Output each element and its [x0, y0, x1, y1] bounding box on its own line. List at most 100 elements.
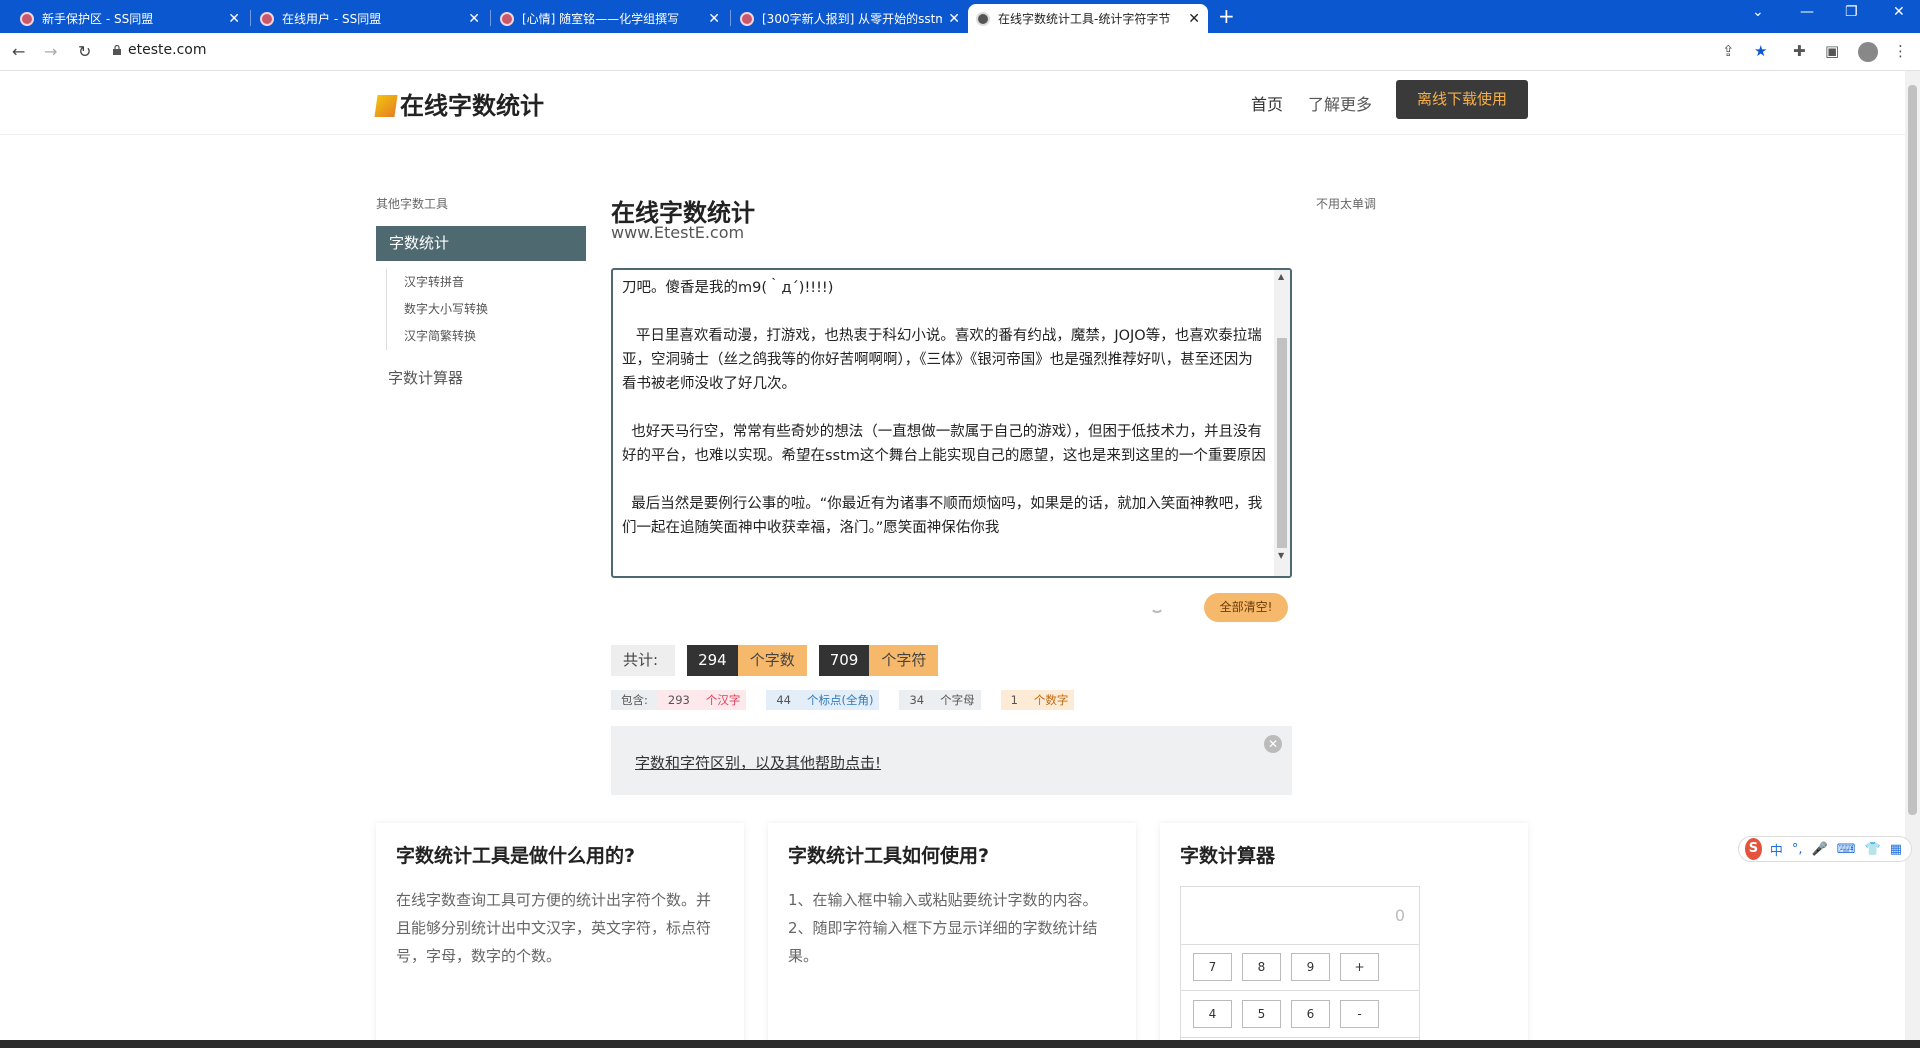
site-favicon-icon — [500, 11, 514, 26]
editor-text[interactable]: 从名字也可以看出来，杀也是一名个音究，岁想是吊看个音动遍世界美食（所以，各位情敌… — [622, 270, 1267, 540]
site-favicon-icon — [260, 11, 274, 26]
new-tab-icon[interactable]: + — [1218, 4, 1235, 28]
reload-icon[interactable]: ↻ — [78, 42, 91, 61]
text-input-area[interactable]: 从名字也可以看出来，杀也是一名个音究，岁想是吊看个音动遍世界美食（所以，各位情敌… — [611, 268, 1292, 578]
calc-key-plus[interactable]: + — [1340, 953, 1379, 981]
scroll-up-icon[interactable]: ▲ — [1278, 272, 1284, 281]
tab-search-icon[interactable]: ⌄ — [1752, 4, 1764, 20]
card-body: 在线字数查询工具可方便的统计出字符个数。并且能够分别统计出中文汉字，英文字符，标… — [396, 891, 712, 965]
sidebar-item-number-case[interactable]: 数字大小写转换 — [404, 296, 488, 323]
forward-icon[interactable]: → — [44, 42, 57, 61]
word-count-value: 294 — [687, 645, 738, 676]
ime-skin-icon[interactable]: 👕 — [1865, 842, 1881, 857]
restore-icon[interactable]: ❐ — [1845, 4, 1858, 20]
browser-tab[interactable]: 在线用户 - SS同盟 ✕ — [252, 4, 488, 33]
browser-tab-bar: 新手保护区 - SS同盟 ✕ 在线用户 - SS同盟 ✕ [心情] 随室铭——化… — [0, 0, 1920, 33]
site-favicon-icon — [20, 11, 34, 26]
web-page: 在线字数统计 首页 了解更多 离线下载使用 其他字数工具 字数统计 汉字转拼音 … — [0, 71, 1905, 1048]
calc-key-9[interactable]: 9 — [1291, 953, 1330, 981]
address-bar: ← → ↻ eteste.com ⇪ ★ ✚ ▣ ⋮ — [0, 33, 1920, 71]
char-count-unit: 个字符 — [869, 645, 939, 676]
close-info-icon[interactable]: ✕ — [1264, 735, 1282, 753]
lock-icon[interactable] — [112, 45, 122, 55]
browser-tab[interactable]: 新手保护区 - SS同盟 ✕ — [12, 4, 248, 33]
word-count-unit: 个字数 — [737, 645, 807, 676]
calculator-display: 0 — [1181, 887, 1419, 945]
sidebar-item-calculator[interactable]: 字数计算器 — [388, 367, 463, 388]
card-title: 字数统计工具如何使用? — [788, 845, 990, 867]
side-panel-icon[interactable]: ▣ — [1825, 42, 1839, 60]
os-taskbar — [0, 1040, 1920, 1048]
page-scroll-thumb[interactable] — [1908, 85, 1917, 815]
close-tab-icon[interactable]: ✕ — [228, 11, 240, 27]
calc-key-6[interactable]: 6 — [1291, 1000, 1330, 1028]
profile-avatar-icon[interactable] — [1858, 42, 1878, 62]
calc-key-8[interactable]: 8 — [1242, 953, 1281, 981]
close-tab-icon[interactable]: ✕ — [1188, 11, 1200, 27]
nav-home-link[interactable]: 首页 — [1251, 91, 1283, 115]
card-body: 1、在输入框中输入或粘贴要统计字数的内容。 2、随即字符输入框下方显示详细的字数… — [788, 891, 1098, 965]
help-info-box: 字数和字符区别，以及其他帮助点击! ✕ — [611, 726, 1292, 795]
tab-title: 新手保护区 - SS同盟 — [42, 12, 154, 26]
ime-toolbar[interactable]: S 中 °, 🎤 ⌨ 👕 ▦ — [1738, 836, 1912, 862]
sidebar-item-word-count[interactable]: 字数统计 — [376, 226, 586, 261]
sidebar-item-traditional[interactable]: 汉字简繁转换 — [404, 323, 488, 350]
pencil-logo-icon — [374, 95, 398, 117]
count-digit-badge: 1 个数字 — [1000, 690, 1075, 710]
card-title: 字数计算器 — [1180, 845, 1276, 867]
ime-punct-icon[interactable]: °, — [1792, 842, 1803, 857]
site-favicon-icon — [740, 11, 754, 26]
browser-tab-active[interactable]: 在线字数统计工具-统计字符字节 ✕ — [968, 4, 1208, 33]
offline-download-button[interactable]: 离线下载使用 — [1396, 80, 1528, 119]
site-header: 在线字数统计 首页 了解更多 离线下载使用 — [0, 71, 1905, 135]
site-logo[interactable]: 在线字数统计 — [374, 86, 544, 121]
browser-tab[interactable]: [心情] 随室铭——化学组撰写 ✕ — [492, 4, 728, 33]
editor-scrollbar[interactable]: ▲ ▼ — [1274, 270, 1290, 576]
calculator-row: 4 5 6 - — [1181, 992, 1419, 1038]
extensions-icon[interactable]: ✚ — [1793, 42, 1806, 60]
count-letter-badge: 34 个字母 — [899, 690, 981, 710]
ime-keyboard-icon[interactable]: ⌨ — [1837, 842, 1856, 857]
calculator: 0 7 8 9 + 4 5 6 - — [1180, 886, 1420, 1048]
bookmark-star-icon[interactable]: ★ — [1754, 42, 1767, 60]
calc-key-minus[interactable]: - — [1340, 1000, 1379, 1028]
help-link[interactable]: 字数和字符区别，以及其他帮助点击! — [635, 752, 881, 773]
ime-mic-icon[interactable]: 🎤 — [1812, 842, 1828, 857]
globe-icon — [976, 11, 990, 26]
char-count-value: 709 — [818, 645, 870, 676]
tab-title: [300字新人报到] 从零开始的sstm — [762, 12, 943, 26]
window-close-icon[interactable]: ✕ — [1893, 4, 1905, 20]
ime-tools-icon[interactable]: ▦ — [1890, 842, 1902, 857]
share-icon[interactable]: ⇪ — [1722, 42, 1735, 60]
minimize-icon[interactable]: — — [1800, 4, 1814, 20]
sogou-logo-icon[interactable]: S — [1745, 838, 1762, 860]
calc-key-7[interactable]: 7 — [1193, 953, 1232, 981]
browser-tab[interactable]: [300字新人报到] 从零开始的sstm ✕ — [732, 4, 968, 33]
close-tab-icon[interactable]: ✕ — [468, 11, 480, 27]
close-tab-icon[interactable]: ✕ — [948, 11, 960, 27]
calc-key-4[interactable]: 4 — [1193, 1000, 1232, 1028]
close-tab-icon[interactable]: ✕ — [708, 11, 720, 27]
clear-all-button[interactable]: 全部清空! — [1204, 593, 1288, 622]
card-purpose: 字数统计工具是做什么用的? 在线字数查询工具可方便的统计出字符个数。并且能够分别… — [376, 823, 744, 1048]
loading-spinner-icon — [1150, 599, 1164, 613]
tab-title: [心情] 随室铭——化学组撰写 — [522, 12, 680, 26]
menu-kebab-icon[interactable]: ⋮ — [1893, 42, 1908, 60]
sidebar-sub-list: 汉字转拼音 数字大小写转换 汉字简繁转换 — [386, 269, 488, 350]
total-count-bar: 共计: 294 个字数 709 个字符 — [611, 645, 939, 676]
url-input[interactable]: eteste.com — [128, 42, 206, 58]
calc-key-5[interactable]: 5 — [1242, 1000, 1281, 1028]
nav-more-link[interactable]: 了解更多 — [1308, 91, 1372, 115]
calculator-row: 7 8 9 + — [1181, 945, 1419, 991]
tab-title: 在线字数统计工具-统计字符字节 — [998, 12, 1171, 26]
detail-counts: 包含: 293 个汉字 44 个标点(全角) 34 个字母 1 个数字 — [611, 690, 1094, 710]
sidebar-item-pinyin[interactable]: 汉字转拼音 — [404, 269, 488, 296]
contains-label: 包含: — [611, 690, 658, 710]
scroll-down-icon[interactable]: ▼ — [1278, 551, 1284, 560]
ime-lang-toggle[interactable]: 中 — [1770, 840, 1783, 859]
back-icon[interactable]: ← — [12, 42, 25, 61]
card-calculator: 字数计算器 0 7 8 9 + 4 5 6 - — [1160, 823, 1528, 1048]
page-scrollbar[interactable] — [1905, 71, 1920, 1048]
card-usage: 字数统计工具如何使用? 1、在输入框中输入或粘贴要统计字数的内容。 2、随即字符… — [768, 823, 1136, 1048]
scroll-thumb[interactable] — [1277, 338, 1287, 548]
